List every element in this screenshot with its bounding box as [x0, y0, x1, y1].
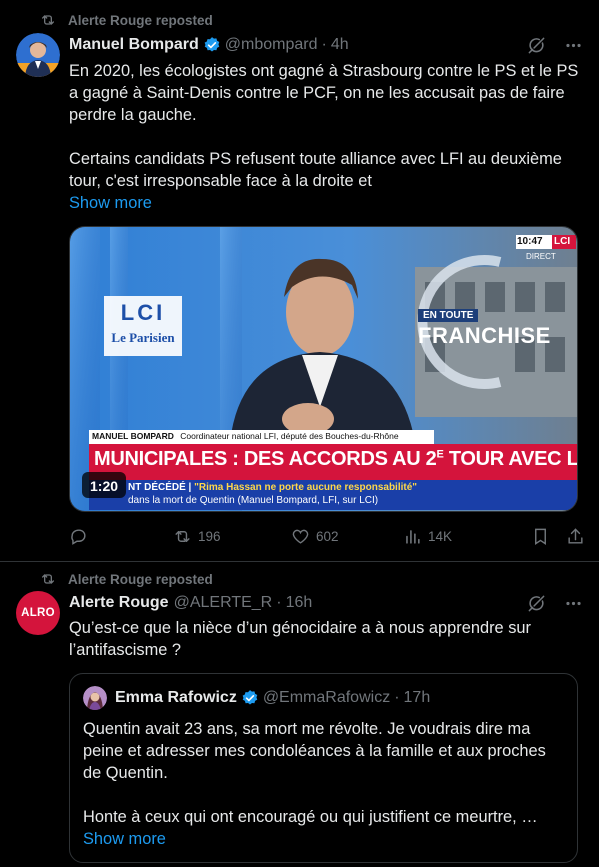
retweet-icon: [175, 530, 190, 542]
action-bar: 196 602 14K: [69, 525, 585, 547]
ticker-prefix: NT DÉCÉDÉ |: [128, 482, 192, 493]
author-name[interactable]: Manuel Bompard: [69, 36, 199, 54]
reply-icon: [71, 528, 86, 545]
lci-logo-text: LCI: [120, 300, 166, 325]
tweet-text: En 2020, les écologistes ont gagné à Str…: [69, 60, 581, 214]
views-button[interactable]: 14K: [403, 527, 521, 546]
more-options-icon[interactable]: [564, 594, 583, 613]
retweet-button[interactable]: 196: [173, 527, 291, 546]
lci-logo: LCI Le Parisien: [104, 296, 182, 356]
separator-dot: ·: [321, 36, 327, 53]
show-title-top: EN TOUTE: [418, 309, 479, 322]
timestamp[interactable]: 16h: [286, 594, 313, 612]
timestamp[interactable]: 4h: [331, 36, 349, 54]
video-ticker: NT DÉCÉDÉ | "Rima Hassan ne porte aucune…: [128, 481, 417, 507]
video-channel: LCI: [554, 236, 571, 247]
repost-indicator: Alerte Rouge reposted: [40, 10, 213, 30]
video-player[interactable]: 10:47 LCI DIRECT LCI Le Parisien EN TOUT…: [69, 226, 578, 512]
tweet-text-paragraph: Certains candidats PS refusent toute all…: [69, 150, 562, 190]
quoted-tweet[interactable]: Emma Rafowicz @EmmaRafowicz · 17h Quenti…: [69, 673, 578, 863]
author-handle[interactable]: @ALERTE_R: [174, 594, 273, 612]
quote-author-handle: @EmmaRafowicz: [262, 689, 391, 706]
lower-third-name: MANUEL BOMPARD Coordinateur national LFI…: [92, 431, 399, 441]
tweet-header: Manuel Bompard @mbompard · 4h: [69, 34, 583, 56]
tweet-text-paragraph: En 2020, les écologistes ont gagné à Str…: [69, 62, 579, 124]
bookmark-icon[interactable]: [531, 527, 550, 546]
show-more-link[interactable]: Show more: [83, 828, 565, 850]
like-count: 602: [316, 528, 339, 544]
video-headline-sup: E: [436, 448, 444, 461]
author-name[interactable]: Alerte Rouge: [69, 594, 169, 612]
repost-icon: [42, 574, 54, 584]
video-headline: MUNICIPALES : DES ACCORDS AU 2E TOUR AVE…: [94, 448, 578, 471]
quote-author-name: Emma Rafowicz: [115, 689, 237, 706]
avatar[interactable]: ALRO: [16, 591, 60, 635]
parisien-logo-text: Le Parisien: [111, 330, 175, 345]
retweet-count: 196: [198, 528, 221, 544]
quote-text: Quentin avait 23 ans, sa mort me révolte…: [83, 718, 565, 850]
quote-timestamp: 17h: [403, 689, 431, 706]
tweet-header: Alerte Rouge @ALERTE_R · 16h: [69, 592, 583, 614]
share-icon[interactable]: [566, 527, 585, 546]
verified-badge-icon: [242, 690, 258, 705]
video-duration: 1:20: [90, 478, 119, 494]
like-button[interactable]: 602: [291, 527, 403, 546]
show-title: EN TOUTE FRANCHISE: [418, 305, 551, 349]
video-clock: 10:47: [517, 236, 543, 247]
tweet-bompard[interactable]: Alerte Rouge reposted Manuel Bompard @mb…: [0, 0, 599, 562]
verified-badge-icon: [204, 37, 220, 52]
quote-text-paragraph: Quentin avait 23 ans, sa mort me révolte…: [83, 720, 546, 782]
quote-avatar: [83, 686, 107, 710]
repost-icon: [42, 15, 54, 25]
show-title-bottom: FRANCHISE: [418, 323, 551, 348]
show-more-link[interactable]: Show more: [69, 192, 581, 214]
ticker-line2: dans la mort de Quentin (Manuel Bompard,…: [128, 495, 379, 506]
heart-icon: [292, 529, 309, 544]
reply-button[interactable]: [69, 527, 173, 546]
more-options-icon[interactable]: [564, 36, 583, 55]
lower-third-role: Coordinateur national LFI, député des Bo…: [180, 431, 399, 441]
separator-dot: ·: [394, 689, 400, 706]
video-headline-text: MUNICIPALES : DES ACCORDS AU 2: [94, 448, 437, 470]
avatar-label: ALRO: [21, 607, 55, 619]
tweet-text: Qu’est-ce que la nièce d’un génocidaire …: [69, 619, 531, 659]
grok-icon[interactable]: [527, 36, 546, 55]
video-live-label: DIRECT: [526, 252, 556, 261]
avatar[interactable]: [16, 33, 60, 77]
separator-dot: ·: [276, 594, 282, 611]
views-icon: [406, 529, 420, 544]
author-handle[interactable]: @mbompard: [225, 36, 318, 54]
video-headline-end: TOUR AVEC LE PS ?: [448, 448, 578, 470]
quote-header: Emma Rafowicz @EmmaRafowicz · 17h: [83, 686, 430, 710]
quote-text-paragraph: Honte à ceux qui ont encouragé ou qui ju…: [83, 808, 538, 826]
lower-third-person: MANUEL BOMPARD: [92, 431, 174, 441]
views-count: 14K: [428, 528, 453, 544]
repost-label[interactable]: Alerte Rouge reposted: [68, 572, 213, 587]
share-group: [531, 527, 585, 546]
grok-icon[interactable]: [527, 594, 546, 613]
repost-label[interactable]: Alerte Rouge reposted: [68, 13, 213, 28]
ticker-line1: "Rima Hassan ne porte aucune responsabil…: [194, 482, 418, 493]
repost-indicator: Alerte Rouge reposted: [40, 569, 213, 589]
